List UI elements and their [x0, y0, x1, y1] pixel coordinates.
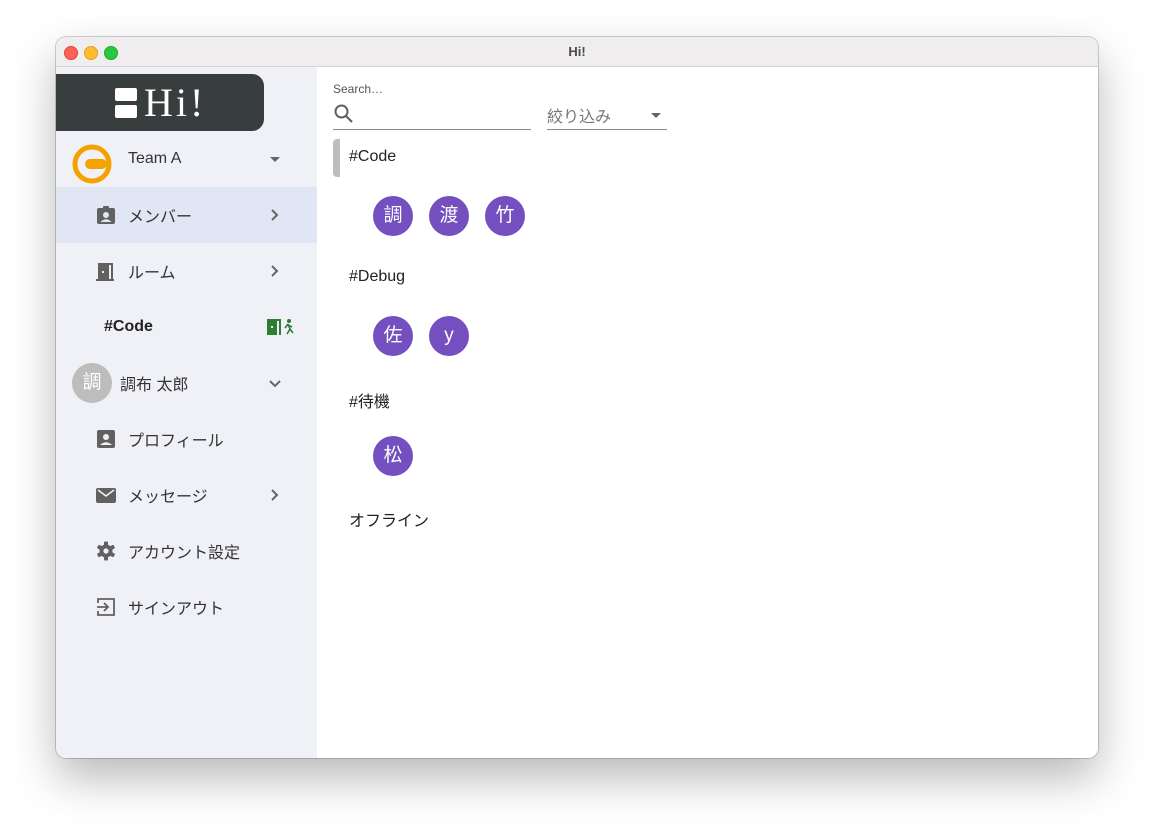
chevron-right-icon	[271, 489, 279, 501]
user-name: 調布 太郎	[120, 377, 189, 394]
group-label: #Code	[349, 148, 397, 165]
member-avatar[interactable]: 調	[373, 196, 413, 236]
logo-mark-icon	[115, 88, 137, 118]
door-icon	[96, 263, 114, 281]
sidebar-item-members[interactable]: メンバー	[56, 187, 317, 243]
group-label: #待機	[349, 394, 390, 411]
group-label: #Debug	[349, 268, 406, 285]
sign-out-icon	[97, 598, 115, 616]
sidebar-item-messages[interactable]: メッセージ	[56, 467, 317, 523]
window-title: Hi!	[568, 44, 586, 59]
main-content: Search… 絞り込み #Code 調 渡 竹 #Debug 佐 y #待機 …	[317, 67, 1098, 758]
caret-down-icon	[651, 113, 661, 118]
search-label: Search…	[333, 82, 384, 96]
app-logo[interactable]: Hi!	[56, 74, 264, 131]
sidebar-item-rooms[interactable]: ルーム	[56, 243, 317, 299]
search-icon	[334, 104, 353, 123]
team-logo-icon	[72, 144, 112, 184]
current-room[interactable]: #Code	[56, 299, 317, 355]
chevron-right-icon	[271, 265, 279, 277]
current-room-label: #Code	[104, 318, 153, 335]
member-avatar[interactable]: 松	[373, 436, 413, 476]
selected-group-indicator	[333, 139, 340, 177]
member-avatar[interactable]: 渡	[429, 196, 469, 236]
sidebar-item-label: プロフィール	[128, 433, 224, 450]
filter-select[interactable]: 絞り込み	[547, 100, 667, 130]
caret-down-icon[interactable]	[265, 149, 285, 169]
app-window: Hi! Hi! Team A メンバー ルーム #Code 調 調布 太郎 プロ…	[56, 37, 1098, 758]
badge-icon	[97, 206, 115, 224]
team-name: Team A	[128, 150, 182, 167]
sidebar-item-label: メンバー	[128, 209, 193, 226]
search-field[interactable]	[333, 100, 531, 130]
chevron-right-icon	[271, 209, 279, 221]
sidebar-item-label: ルーム	[128, 265, 176, 282]
team-selector[interactable]: Team A	[56, 131, 317, 187]
group-members: 松	[373, 436, 413, 476]
group-members: 佐 y	[373, 316, 469, 356]
filter-label: 絞り込み	[547, 109, 612, 126]
member-avatar[interactable]: y	[429, 316, 469, 356]
title-bar: Hi!	[56, 37, 1098, 67]
exit-room-icon[interactable]	[266, 317, 296, 337]
logo-text: Hi!	[144, 80, 207, 125]
member-avatar[interactable]: 佐	[373, 316, 413, 356]
gear-icon	[97, 541, 115, 561]
sidebar-item-label: メッセージ	[128, 489, 208, 506]
sidebar-item-profile[interactable]: プロフィール	[56, 411, 317, 467]
sidebar-item-label: サインアウト	[128, 601, 225, 618]
sidebar: Hi! Team A メンバー ルーム #Code 調 調布 太郎 プロフィール…	[56, 67, 317, 758]
search-input[interactable]	[361, 102, 530, 128]
member-avatar[interactable]: 竹	[485, 196, 525, 236]
user-avatar: 調	[72, 363, 112, 403]
user-menu-toggle[interactable]: 調 調布 太郎	[56, 355, 317, 411]
group-members: 調 渡 竹	[373, 196, 525, 236]
sidebar-item-sign-out[interactable]: サインアウト	[56, 579, 317, 635]
chevron-down-icon	[269, 380, 281, 388]
mail-icon	[96, 488, 116, 503]
sidebar-item-account-settings[interactable]: アカウント設定	[56, 523, 317, 579]
sidebar-item-label: アカウント設定	[128, 545, 241, 562]
group-label: オフライン	[349, 513, 430, 530]
account-box-icon	[97, 430, 115, 448]
